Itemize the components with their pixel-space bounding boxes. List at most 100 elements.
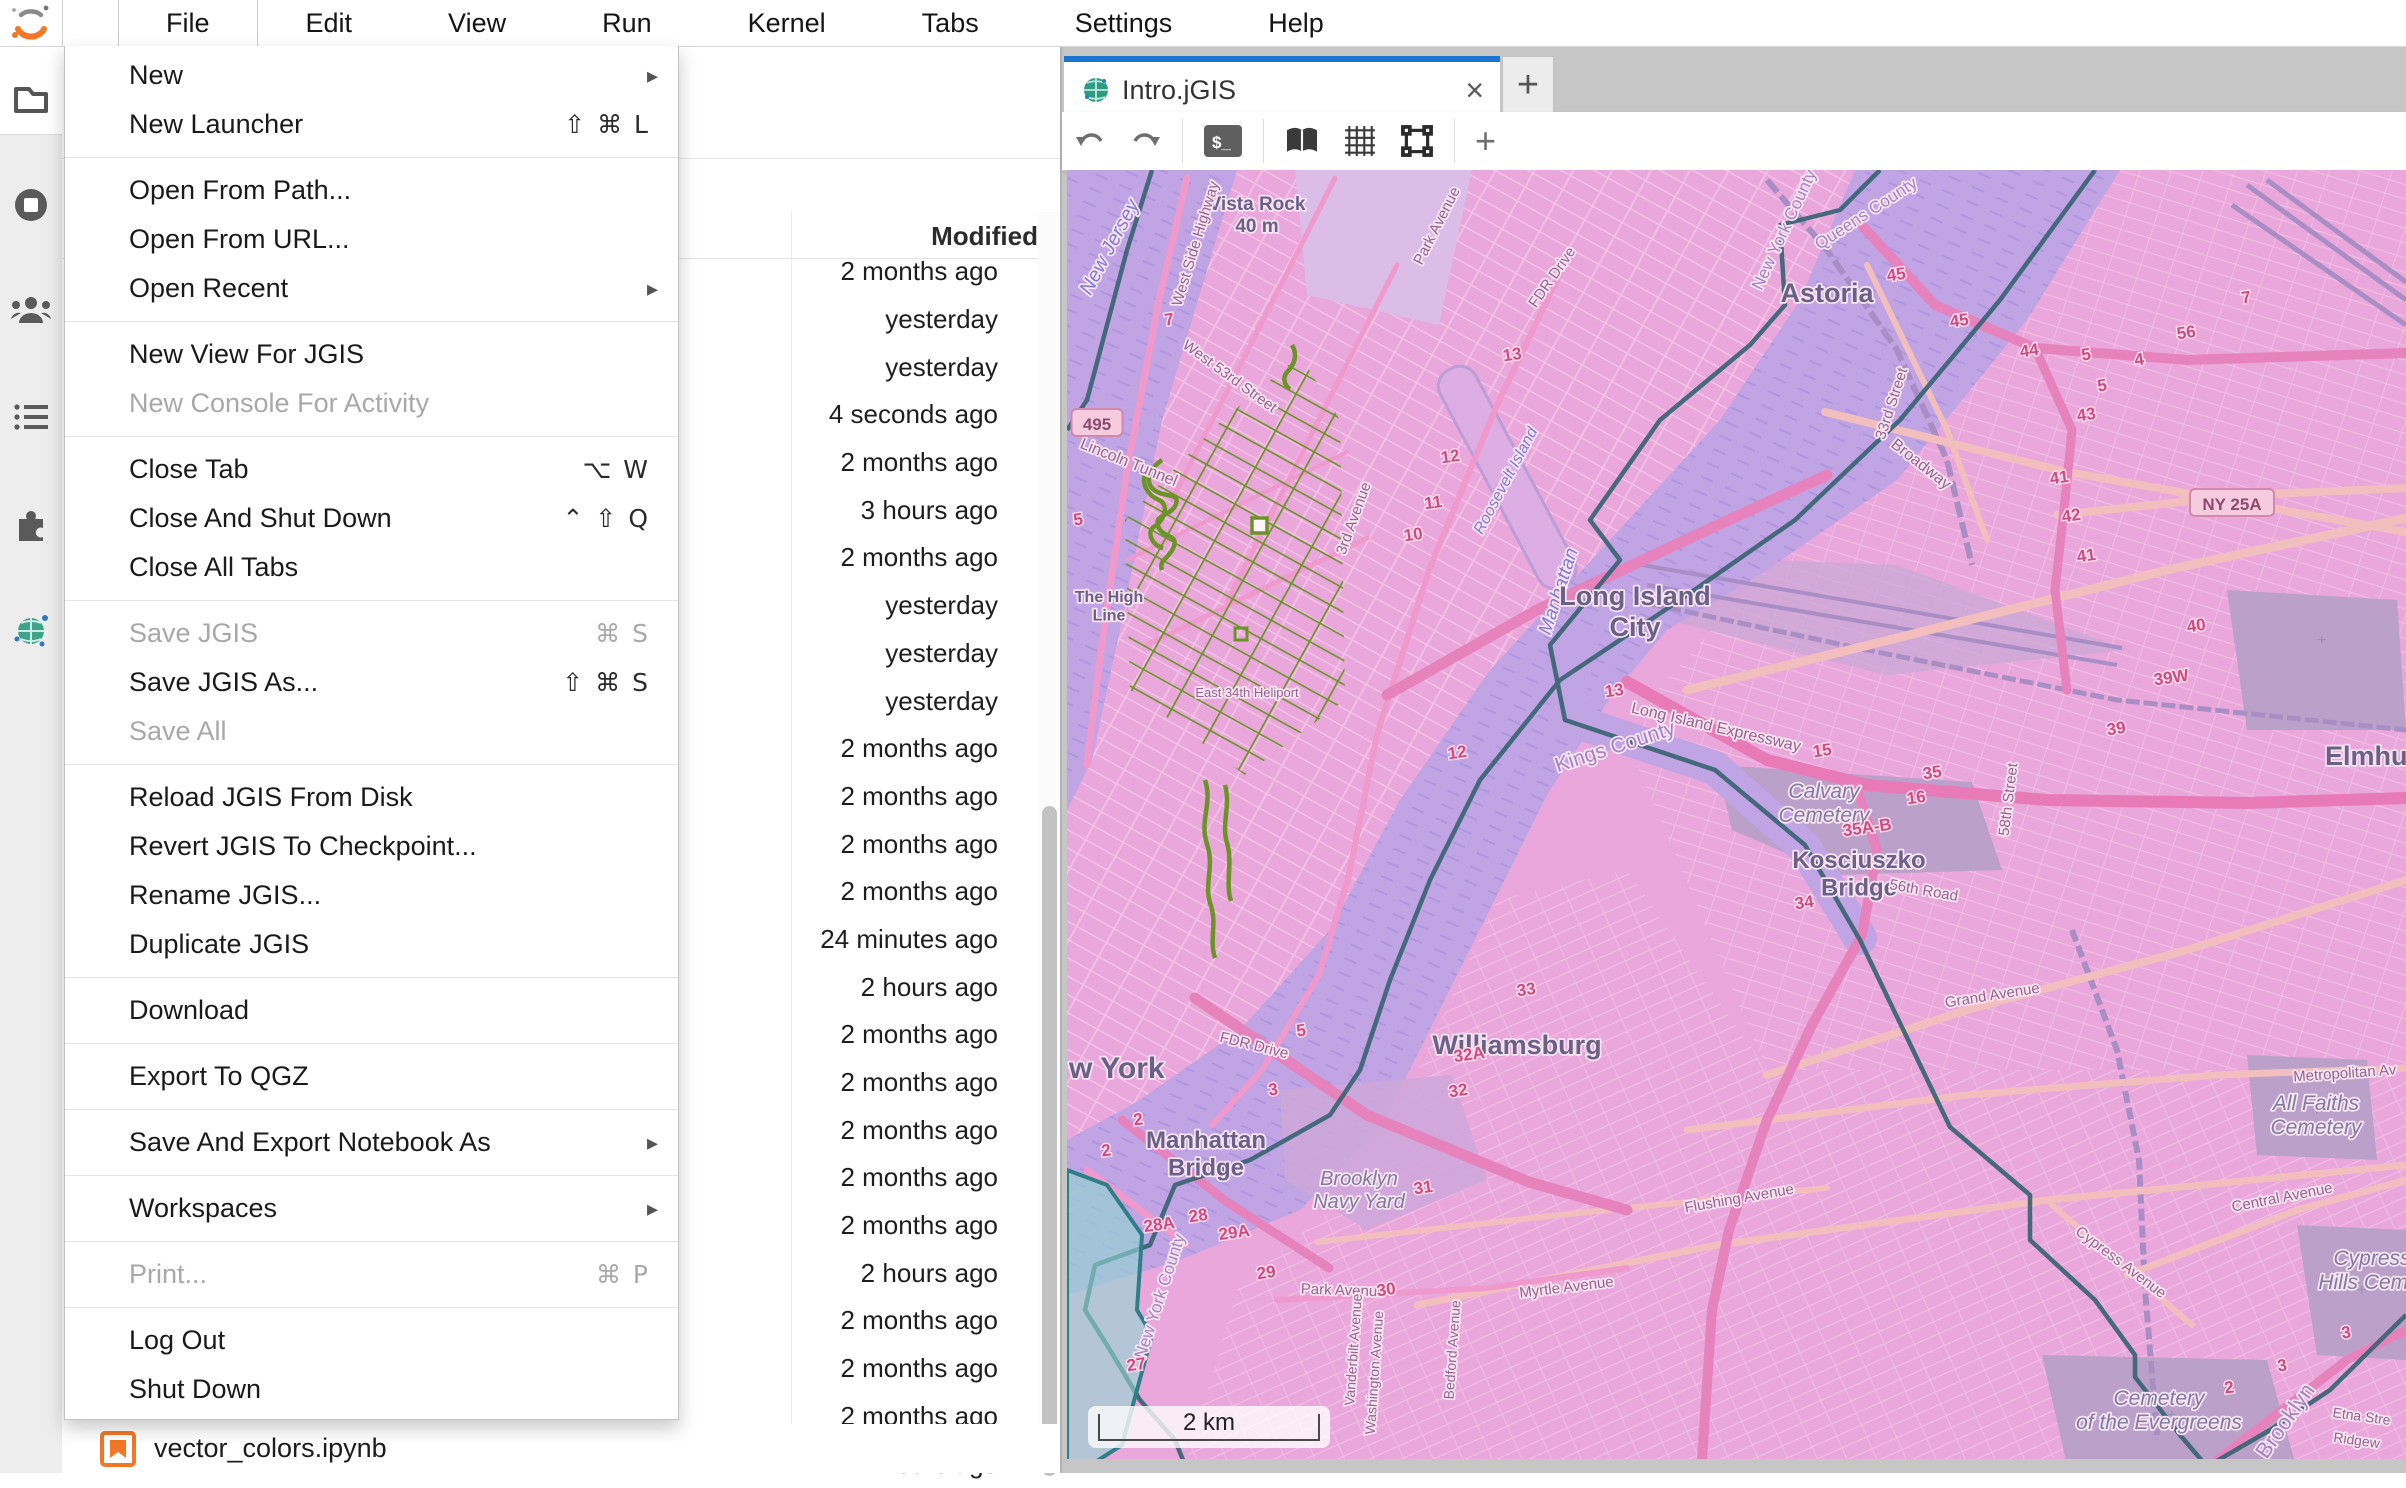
- stop-circle-icon: [13, 187, 49, 223]
- map-label: BrooklynNavy Yard: [1313, 1168, 1405, 1213]
- file-modified-cell[interactable]: 2 months ago: [702, 820, 998, 868]
- menu-item-reload-jgis-from-disk[interactable]: Reload JGIS From Disk: [65, 773, 678, 822]
- file-modified-cell[interactable]: yesterday: [702, 677, 998, 725]
- menu-item-workspaces[interactable]: Workspaces▸: [65, 1184, 678, 1233]
- toolbar-separator: [1263, 119, 1264, 163]
- menu-item-new-launcher[interactable]: New Launcher⇧ ⌘ L: [65, 100, 678, 149]
- file-name: vector_colors.ipynb: [154, 1433, 387, 1464]
- menu-item-close-tab[interactable]: Close Tab⌥ W: [65, 445, 678, 494]
- sidebar-item-extensions[interactable]: [0, 496, 62, 558]
- route-shield: 10: [1403, 524, 1424, 545]
- file-modified-cell[interactable]: 2 months ago: [702, 1059, 998, 1107]
- map-scale-bar: 2 km: [1088, 1406, 1330, 1448]
- submenu-arrow-icon: ▸: [647, 63, 658, 89]
- menu-item-save-jgis-as[interactable]: Save JGIS As...⇧ ⌘ S: [65, 658, 678, 707]
- menu-separator: [65, 436, 678, 437]
- menu-item-shortcut: ⇧ ⌘ L: [564, 110, 650, 139]
- sidebar-item-running[interactable]: [0, 174, 62, 236]
- menu-item-close-and-shut-down[interactable]: Close And Shut Down⌃ ⇧ Q: [65, 494, 678, 543]
- file-modified-cell[interactable]: 4 seconds ago: [702, 391, 998, 439]
- file-modified-cell[interactable]: yesterday: [702, 582, 998, 630]
- svg-text:495: 495: [1083, 415, 1111, 434]
- menu-item-shortcut: ⌘ S: [595, 619, 650, 648]
- menu-item-rename-jgis[interactable]: Rename JGIS...: [65, 871, 678, 920]
- redo-icon: [1130, 127, 1162, 155]
- menu-item-shut-down[interactable]: Shut Down: [65, 1365, 678, 1414]
- file-modified-cell[interactable]: 2 months ago: [702, 725, 998, 773]
- menu-item-label: Save And Export Notebook As: [65, 1127, 647, 1158]
- file-modified-cell[interactable]: 2 months ago: [702, 868, 998, 916]
- menubar-item-run[interactable]: Run: [554, 0, 700, 46]
- menu-item-label: Close And Shut Down: [65, 503, 563, 534]
- file-modified-cell[interactable]: yesterday: [702, 343, 998, 391]
- menu-item-download[interactable]: Download: [65, 986, 678, 1035]
- menu-item-revert-jgis-to-checkpoint[interactable]: Revert JGIS To Checkpoint...: [65, 822, 678, 871]
- menu-item-shortcut: ⌘ P: [596, 1260, 650, 1289]
- menubar-item-settings[interactable]: Settings: [1027, 0, 1221, 46]
- menu-item-new-console-for-activity: New Console For Activity: [65, 379, 678, 428]
- new-tab-button[interactable]: +: [1502, 56, 1554, 114]
- file-modified-cell[interactable]: 2 months ago: [702, 1106, 998, 1154]
- file-modified-cell[interactable]: yesterday: [702, 630, 998, 678]
- menu-item-open-from-path[interactable]: Open From Path...: [65, 166, 678, 215]
- select-button[interactable]: [1400, 124, 1434, 158]
- file-modified-cell[interactable]: 3 hours ago: [702, 486, 998, 534]
- menu-item-log-out[interactable]: Log Out: [65, 1316, 678, 1365]
- menu-item-save-and-export-notebook-as[interactable]: Save And Export Notebook As▸: [65, 1118, 678, 1167]
- file-modified-cell[interactable]: 2 months ago: [702, 534, 998, 582]
- file-modified-cell[interactable]: 2 months ago: [702, 1297, 998, 1345]
- route-shield: 56: [2176, 322, 2197, 343]
- menubar-item-kernel[interactable]: Kernel: [700, 0, 874, 46]
- menu-item-open-recent[interactable]: Open Recent▸: [65, 264, 678, 313]
- route-shield: 45: [1949, 310, 1970, 331]
- list-icon: [13, 402, 49, 432]
- console-button[interactable]: $_: [1203, 123, 1243, 159]
- file-modified-cell[interactable]: 2 months ago: [702, 1345, 998, 1393]
- identify-button[interactable]: [1284, 126, 1320, 156]
- scrollbar-thumb[interactable]: [1042, 806, 1057, 1476]
- file-modified-cell[interactable]: 2 months ago: [702, 439, 998, 487]
- grid-button[interactable]: [1344, 125, 1376, 157]
- file-modified-cell[interactable]: 2 hours ago: [702, 1249, 998, 1297]
- map-label: All FaithsCemetery: [2270, 1092, 2363, 1139]
- folder-icon: [13, 85, 49, 115]
- sidebar-item-collaboration[interactable]: [0, 279, 62, 341]
- menu-item-label: Rename JGIS...: [65, 880, 678, 911]
- route-shield-box: 495: [1072, 409, 1123, 436]
- menu-item-label: Save JGIS: [65, 618, 595, 649]
- sidebar-item-jgis[interactable]: [0, 599, 62, 661]
- menu-item-close-all-tabs[interactable]: Close All Tabs: [65, 543, 678, 592]
- route-shield: 12: [1447, 742, 1468, 763]
- file-modified-cell[interactable]: 2 months ago: [702, 1202, 998, 1250]
- map-canvas[interactable]: +++ ++ New JerseyVista Rock40 mWest Side…: [1067, 170, 2406, 1459]
- menubar-item-help[interactable]: Help: [1220, 0, 1372, 46]
- menu-item-open-from-url[interactable]: Open From URL...: [65, 215, 678, 264]
- menubar-item-tabs[interactable]: Tabs: [874, 0, 1027, 46]
- route-shield: 15: [1812, 740, 1833, 761]
- menubar-item-view[interactable]: View: [400, 0, 554, 46]
- undo-button[interactable]: [1074, 127, 1106, 155]
- menubar-item-edit[interactable]: Edit: [258, 0, 401, 46]
- file-modified-cell[interactable]: 2 months ago: [702, 1011, 998, 1059]
- file-modified-cell[interactable]: 2 months ago: [702, 1154, 998, 1202]
- tab-close-icon[interactable]: ×: [1465, 74, 1484, 106]
- menu-item-export-to-qgz[interactable]: Export To QGZ: [65, 1052, 678, 1101]
- file-modified-cell[interactable]: 2 hours ago: [702, 963, 998, 1011]
- sidebar-item-toc[interactable]: [0, 386, 62, 448]
- menu-item-duplicate-jgis[interactable]: Duplicate JGIS: [65, 920, 678, 969]
- menubar-item-file[interactable]: File: [118, 0, 258, 46]
- file-modified-cell[interactable]: yesterday: [702, 296, 998, 344]
- menu-separator: [65, 1109, 678, 1110]
- file-list-item[interactable]: vector_colors.ipynb: [62, 1424, 1060, 1473]
- file-modified-cell[interactable]: 2 months ago: [702, 773, 998, 821]
- tab-intro-jgis[interactable]: Intro.jGIS ×: [1064, 56, 1500, 118]
- redo-button[interactable]: [1130, 127, 1162, 155]
- file-modified-cell[interactable]: 24 minutes ago: [702, 916, 998, 964]
- menu-item-new-view-for-jgis[interactable]: New View For JGIS: [65, 330, 678, 379]
- sidebar-item-files[interactable]: [0, 69, 62, 131]
- add-layer-button[interactable]: +: [1475, 120, 1496, 162]
- menu-item-new[interactable]: New▸: [65, 51, 678, 100]
- map-label: Elmhurs: [2325, 741, 2406, 771]
- menu-separator: [65, 1307, 678, 1308]
- file-modified-cell[interactable]: 2 months ago: [702, 248, 998, 296]
